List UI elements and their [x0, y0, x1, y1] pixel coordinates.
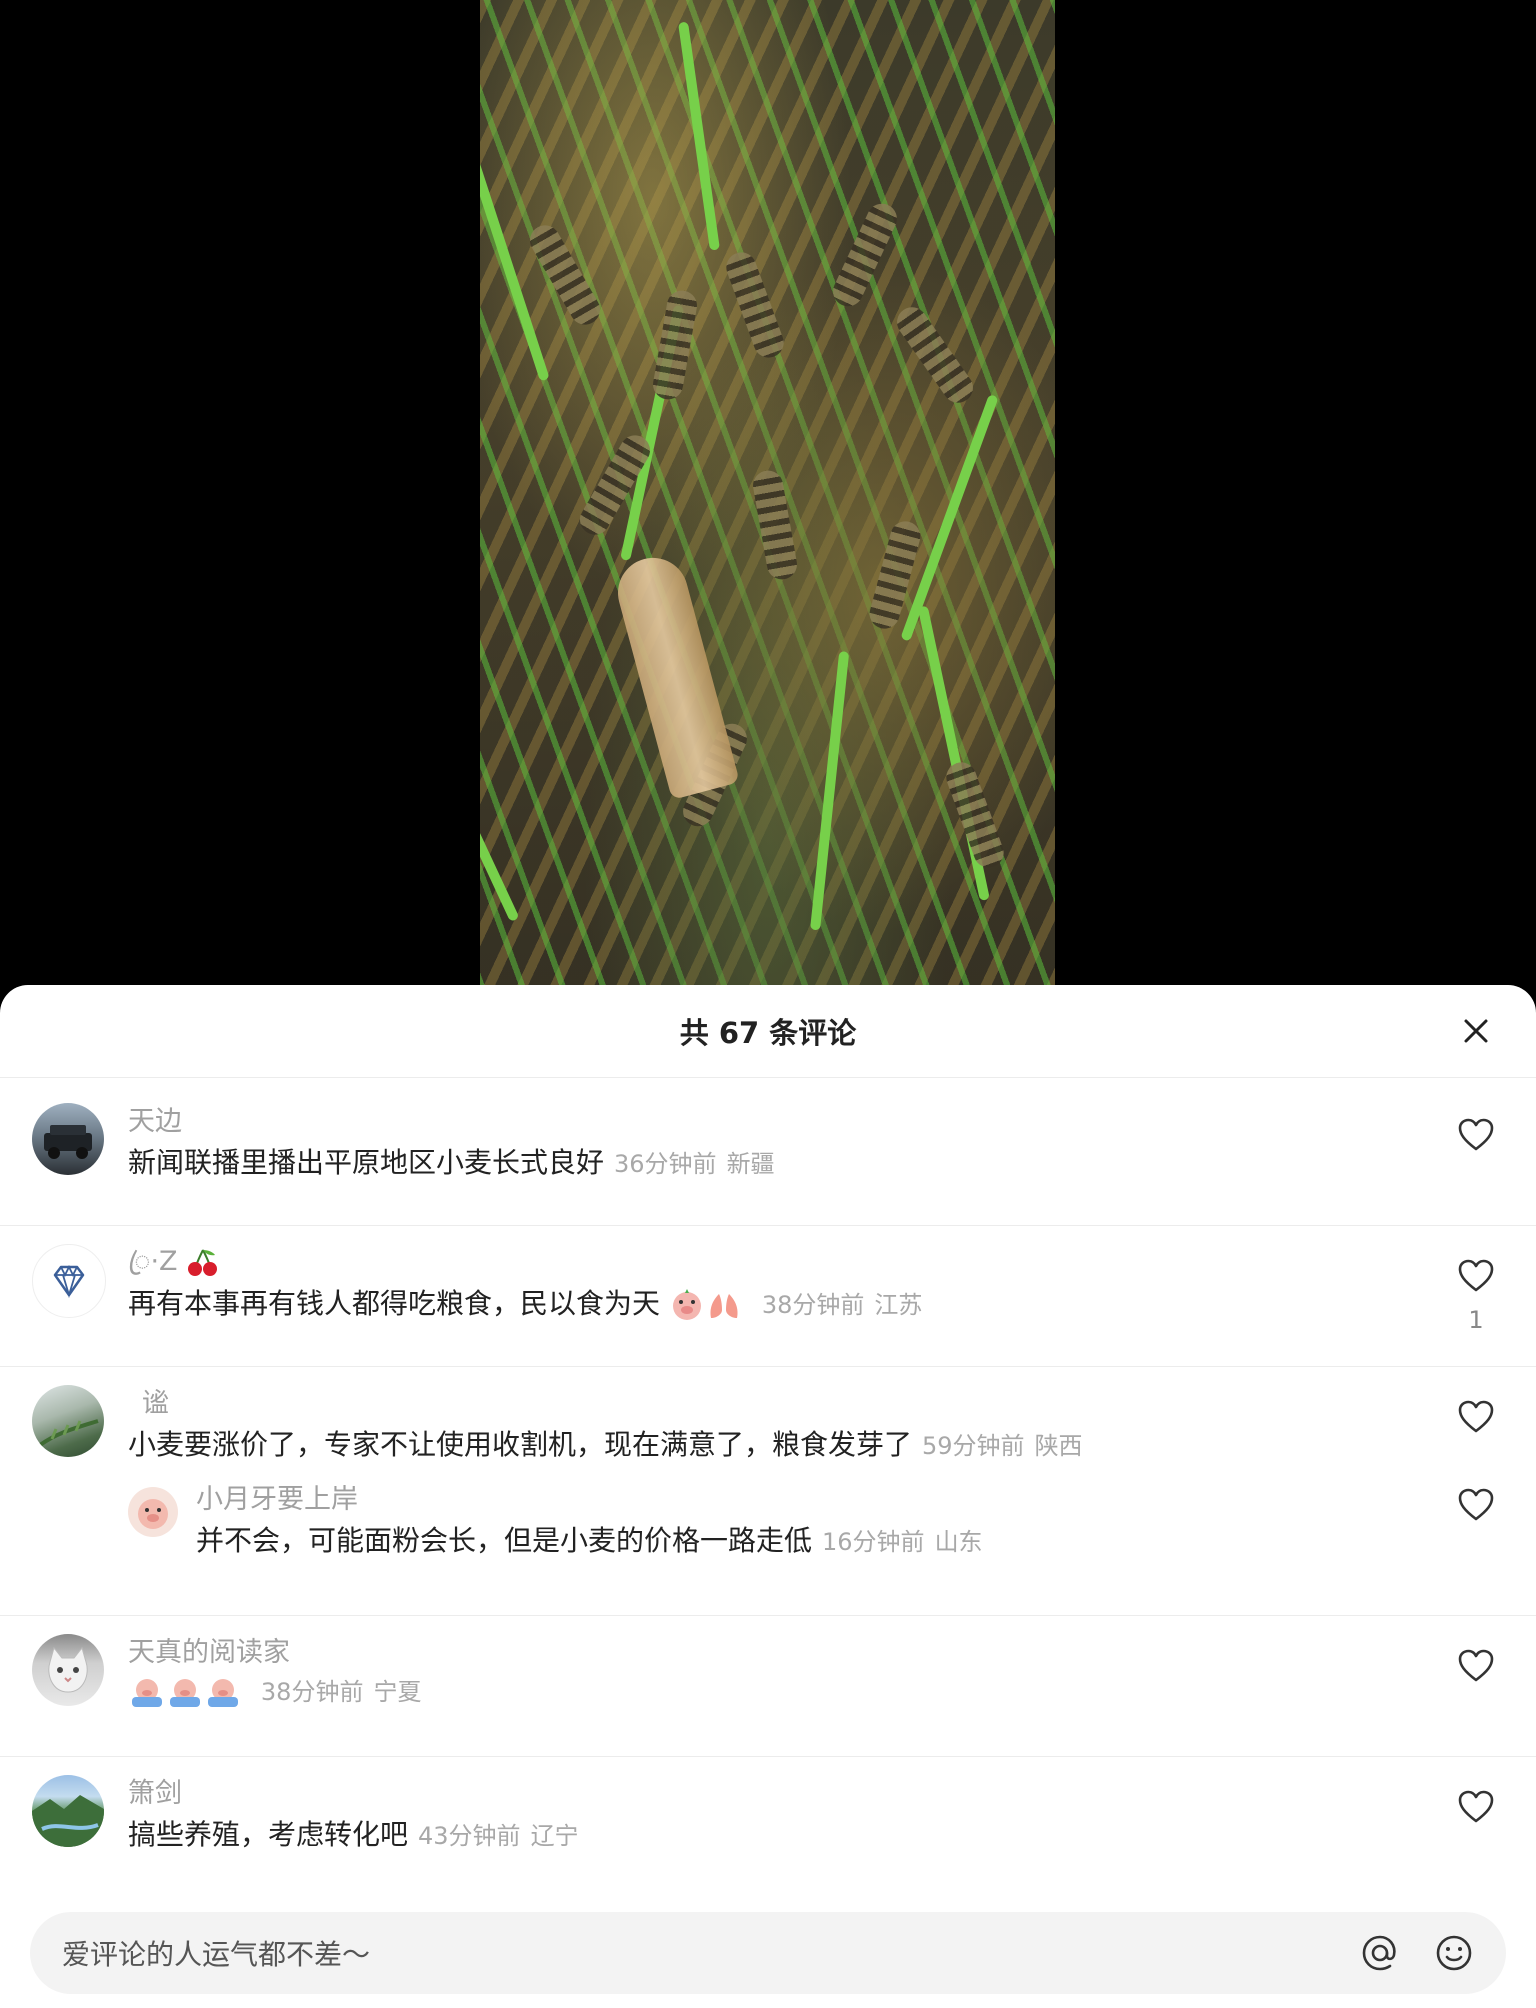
plant-avatar-image: [38, 1419, 99, 1447]
reply-time: 16分钟前: [822, 1528, 925, 1556]
comment-location: 辽宁: [530, 1822, 579, 1850]
like-button[interactable]: [1456, 1787, 1496, 1827]
comment-list[interactable]: 天边 新闻联播里播出平原地区小麦长式良好 36分钟前 新疆 ꦿ·Z 再有本事再有…: [0, 1085, 1536, 1897]
comment-item[interactable]: ꦿ·Z 再有本事再有钱人都得吃粮食，民以食为天 38分钟前 江苏 1: [0, 1226, 1536, 1367]
smiley-icon: [1436, 1935, 1472, 1971]
comment-text: 再有本事再有钱人都得吃粮食，民以食为天 38分钟前 江苏: [128, 1287, 923, 1320]
praying-hands-icon: [710, 1294, 738, 1318]
comment-author[interactable]: 天真的阅读家: [128, 1630, 290, 1669]
comment-input[interactable]: 爱评论的人运气都不差～: [62, 1933, 1358, 1973]
comment-author[interactable]: 箫剑: [128, 1771, 182, 1810]
comment-time: 38分钟前: [260, 1678, 364, 1706]
comment-time: 38分钟前: [761, 1291, 865, 1319]
reply-item[interactable]: 小月牙要上岸 并不会，可能面粉会长，但是小麦的价格一路走低 16分钟前 山东: [0, 1473, 1536, 1593]
reply-text: 并不会，可能面粉会长，但是小麦的价格一路走低 16分钟前 山东: [196, 1524, 983, 1557]
comment-location: 江苏: [874, 1291, 923, 1319]
crying-pig-icon: [208, 1679, 238, 1707]
comment-text: 搞些养殖，考虑转化吧 43分钟前 辽宁: [128, 1818, 579, 1851]
comment-text: 小麦要涨价了，专家不让使用收割机，现在满意了，粮食发芽了 59分钟前 陕西: [128, 1428, 1083, 1461]
heart-outline-icon: [1458, 1118, 1494, 1151]
crying-pig-icon: [170, 1679, 200, 1707]
comment-author[interactable]: 谧: [142, 1381, 169, 1420]
avatar[interactable]: [32, 1385, 104, 1457]
comment-location: 新疆: [726, 1150, 775, 1178]
comments-sheet: 共 67 条评论 天边 新闻联播里播出平原地区小麦长式良好 36分钟前 新疆 ꦿ…: [0, 985, 1536, 2008]
crying-pig-icon: [132, 1679, 162, 1707]
pig-avatar-image: [138, 1499, 168, 1529]
like-count: 1: [1468, 1306, 1484, 1334]
sheet-header: 共 67 条评论: [0, 985, 1536, 1078]
comment-input-bar[interactable]: 爱评论的人运气都不差～: [30, 1912, 1506, 1994]
avatar[interactable]: [32, 1775, 104, 1847]
avatar[interactable]: [32, 1244, 106, 1318]
heart-outline-icon: [1458, 1400, 1494, 1433]
at-icon: [1362, 1935, 1396, 1971]
landscape-avatar-image: [32, 1795, 104, 1847]
comment-item[interactable]: 天边 新闻联播里播出平原地区小麦长式良好 36分钟前 新疆: [0, 1085, 1536, 1226]
comment-location: 陕西: [1034, 1432, 1083, 1460]
mention-button[interactable]: [1358, 1931, 1402, 1975]
pig-face-icon: [672, 1289, 701, 1320]
reply-author[interactable]: 小月牙要上岸: [196, 1477, 358, 1516]
like-button[interactable]: [1456, 1115, 1496, 1155]
comment-author[interactable]: 天边: [128, 1099, 182, 1138]
avatar[interactable]: [32, 1634, 104, 1706]
close-icon: [1464, 1019, 1488, 1043]
diamond-avatar-image: [53, 1264, 85, 1299]
cherry-icon: [188, 1249, 218, 1276]
video-frame[interactable]: [480, 0, 1055, 990]
avatar[interactable]: [32, 1103, 104, 1175]
close-button[interactable]: [1456, 1011, 1496, 1051]
comment-text: 38分钟前 宁夏: [128, 1672, 421, 1709]
comment-text: 新闻联播里播出平原地区小麦长式良好 36分钟前 新疆: [128, 1146, 775, 1179]
video-area[interactable]: [0, 0, 1536, 990]
reply-avatar[interactable]: [128, 1487, 178, 1537]
comments-count-title: 共 67 条评论: [679, 1016, 857, 1050]
heart-outline-icon: [1458, 1790, 1494, 1823]
like-button[interactable]: [1456, 1646, 1496, 1686]
jeep-avatar-image: [44, 1125, 92, 1159]
comment-location: 宁夏: [373, 1678, 422, 1706]
comment-time: 36分钟前: [614, 1150, 717, 1178]
reply-location: 山东: [934, 1528, 983, 1556]
like-button[interactable]: [1456, 1397, 1496, 1437]
heart-outline-icon: [1458, 1259, 1494, 1292]
reply-like-button[interactable]: [1456, 1485, 1496, 1525]
like-button[interactable]: [1456, 1256, 1496, 1296]
comment-item[interactable]: 箫剑 搞些养殖，考虑转化吧 43分钟前 辽宁: [0, 1757, 1536, 1897]
heart-outline-icon: [1458, 1488, 1494, 1521]
heart-outline-icon: [1458, 1649, 1494, 1682]
comment-item[interactable]: 谧 小麦要涨价了，专家不让使用收割机，现在满意了，粮食发芽了59分钟前陕西: [0, 1367, 1536, 1616]
comment-time: 43分钟前: [418, 1822, 521, 1850]
emoji-button[interactable]: [1432, 1931, 1476, 1975]
comment-time: 59分钟前: [922, 1432, 1025, 1460]
comment-item[interactable]: 天真的阅读家 38分钟前 宁夏: [0, 1616, 1536, 1757]
cat-avatar-image: [48, 1646, 88, 1693]
